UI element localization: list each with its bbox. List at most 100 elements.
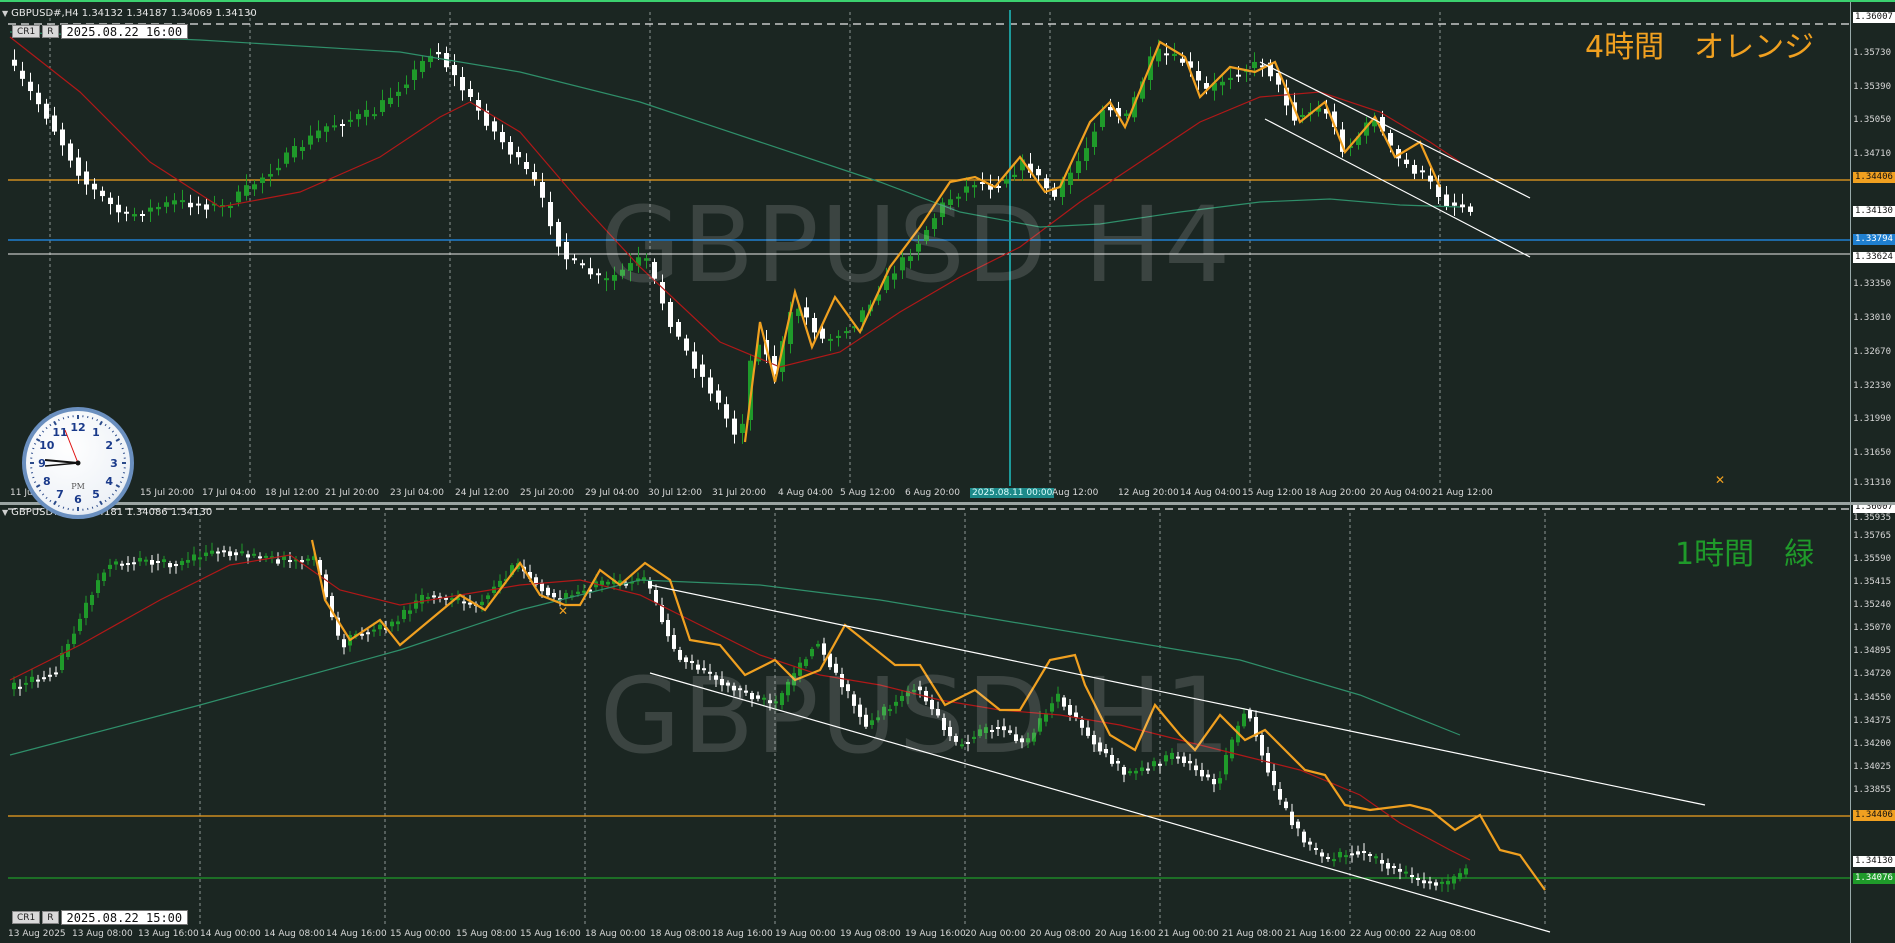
clock-tick: [108, 426, 111, 430]
candle-body: [356, 114, 361, 120]
price-level-tag: 1.34130: [1853, 206, 1895, 217]
candle-body: [342, 639, 346, 648]
time-tick-label: 5 Aug 12:00: [840, 488, 895, 498]
candle-body: [1464, 868, 1468, 875]
candle-body: [1412, 165, 1417, 174]
time-tick-label: 21 Aug 08:00: [1222, 929, 1283, 939]
candle-body: [114, 561, 118, 565]
candle-body: [1350, 853, 1354, 856]
candle-body: [132, 214, 137, 217]
candle-body: [402, 609, 406, 619]
candle-body: [1218, 778, 1222, 784]
h4-time-display[interactable]: 2025.08.22 16:00: [60, 24, 189, 39]
h4-time-axis[interactable]: 11 Jul 15 Jul 20:00 17 Jul 04:00 18 Jul 12:…: [0, 488, 1851, 500]
time-tick-label: 21 Aug 12:00: [1432, 488, 1493, 498]
candle-body: [12, 682, 16, 690]
time-tick-label: 20 Aug 16:00: [1095, 929, 1156, 939]
candle-body: [108, 564, 112, 569]
candle-body: [462, 601, 466, 604]
time-tick-label: 18 Aug 16:00: [712, 929, 773, 939]
candle-body: [60, 129, 65, 146]
candle-body: [96, 580, 100, 593]
candle-body: [1460, 204, 1465, 208]
candle-body: [436, 52, 441, 55]
h4-cr1-button[interactable]: CR1: [12, 25, 41, 38]
clock-tick: [104, 499, 107, 503]
h1-r-button[interactable]: R: [42, 911, 59, 924]
time-tick-label: 18 Aug 00:00: [585, 929, 646, 939]
candle-body: [222, 550, 226, 553]
price-tick-label: 1.34710: [1853, 149, 1891, 159]
clock-tick: [121, 476, 124, 479]
h4-chart-pane[interactable]: ✕ GBPUSD H4 4時間 オレンジ ▼ GBPUSD#,H4 1.34132…: [0, 0, 1895, 502]
candle-body: [204, 552, 208, 556]
clock-tick: [49, 423, 52, 427]
h1-chart-pane[interactable]: ✕ GBPUSD H1 1時間 緑 ▼ GBPUSD#,H1 1.34181 1.…: [0, 505, 1895, 943]
candle-body: [460, 77, 465, 91]
candle-body: [1260, 735, 1264, 756]
price-tick-label: 1.35415: [1853, 577, 1891, 587]
candle-body: [306, 558, 310, 561]
candle-body: [492, 121, 497, 132]
candle-body: [1320, 852, 1324, 857]
price-tick-label: 1.33010: [1853, 313, 1891, 323]
candle-body: [180, 561, 184, 565]
candle-body: [300, 147, 305, 151]
time-tick-label: 21 Aug 00:00: [1158, 929, 1219, 939]
candle-body: [468, 89, 473, 97]
h1-price-axis[interactable]: 1.35935 1.35765 1.35590 1.35415 1.35240 1.350…: [1850, 505, 1895, 943]
clock-number: 6: [74, 493, 82, 506]
candle-body: [1180, 58, 1185, 63]
candle-body: [1248, 710, 1252, 719]
clock-number: 8: [43, 475, 51, 488]
candle-body: [316, 130, 321, 139]
price-tick-label: 1.35050: [1853, 115, 1891, 125]
h1-time-display[interactable]: 2025.08.22 15:00: [60, 910, 189, 925]
candle-body: [676, 322, 681, 337]
candle-body: [124, 211, 129, 214]
price-tick-label: 1.31990: [1853, 414, 1891, 424]
time-tick-label: 2025.08.11 00:00: [970, 488, 1055, 498]
candle-body: [532, 172, 537, 180]
price-tick-label: 1.35935: [1853, 513, 1891, 523]
collapse-arrow-icon[interactable]: ▼: [2, 508, 8, 517]
time-tick-label: 6 Aug 20:00: [905, 488, 960, 498]
candle-body: [828, 338, 833, 341]
candle-body: [822, 643, 826, 655]
candle-body: [684, 338, 689, 351]
h4-price-axis[interactable]: 1.357301.353901.350501.347101.340301.333…: [1850, 2, 1895, 502]
time-tick-label: 23 Jul 04:00: [390, 488, 444, 498]
clock-tick: [45, 426, 48, 430]
candle-body: [28, 81, 33, 92]
collapse-arrow-icon[interactable]: ▼: [2, 9, 8, 18]
h1-cr1-button[interactable]: CR1: [12, 911, 41, 924]
clock-number: 5: [92, 488, 100, 501]
candle-body: [654, 590, 658, 603]
time-tick-label: 19 Aug 00:00: [775, 929, 836, 939]
candle-body: [1428, 175, 1433, 182]
candle-body: [324, 126, 329, 132]
candle-body: [236, 191, 241, 203]
candle-body: [1296, 821, 1300, 829]
analog-clock-widget[interactable]: 12 1 2 3 4 5 6 7 8 9 10 11 PM: [22, 407, 134, 519]
candle-body: [1012, 174, 1017, 177]
h4-r-button[interactable]: R: [42, 25, 59, 38]
candle-body: [516, 152, 521, 158]
candle-body: [1196, 71, 1201, 81]
candle-body: [740, 423, 745, 433]
candle-body: [476, 100, 481, 111]
clock-tick: [119, 443, 123, 445]
time-tick-label: Aug 12:00: [1052, 488, 1099, 498]
candle-body: [1446, 880, 1450, 885]
candle-body: [660, 605, 664, 623]
candle-body: [1356, 851, 1360, 855]
clock-tick: [99, 420, 103, 426]
candle-body: [1404, 871, 1408, 874]
price-tick-label: 1.35240: [1853, 600, 1891, 610]
candle-body: [76, 157, 81, 176]
candle-body: [12, 59, 17, 66]
time-tick-label: 31 Jul 20:00: [712, 488, 766, 498]
clock-tick: [41, 493, 45, 496]
h1-time-axis[interactable]: 13 Aug 2025 13 Aug 08:00 13 Aug 16:00 14 Au…: [0, 929, 1851, 941]
clock-tick: [111, 430, 115, 433]
